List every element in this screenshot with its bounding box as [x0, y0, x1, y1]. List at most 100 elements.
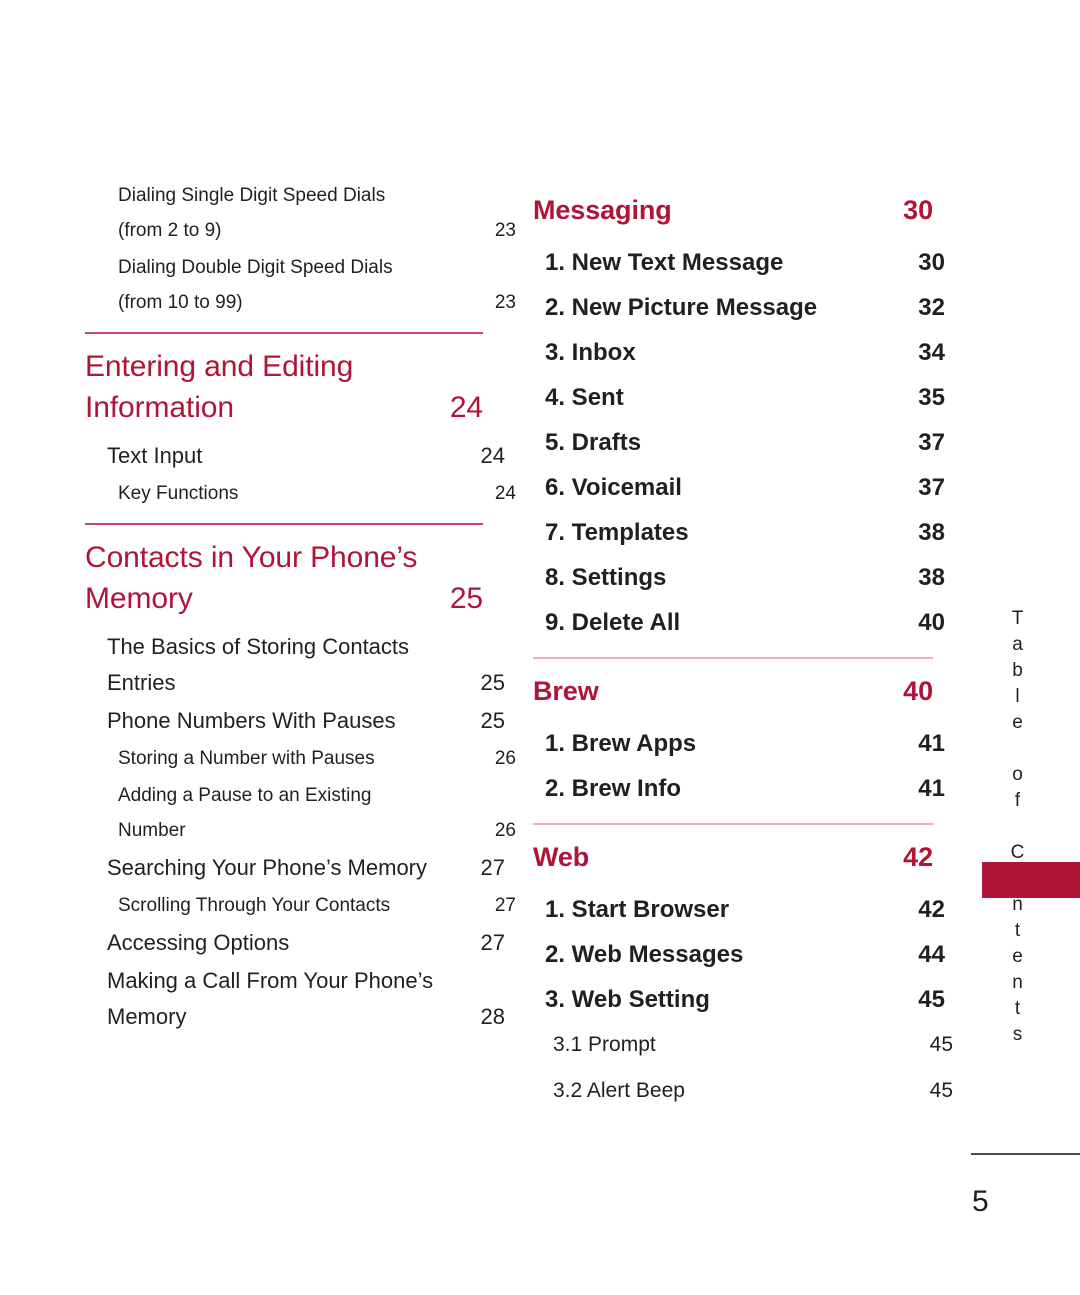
- toc-entry-page-number: 27: [480, 855, 505, 880]
- toc-entry[interactable]: 9. Delete All 40: [533, 600, 945, 645]
- toc-entry[interactable]: 4. Sent 35: [533, 375, 945, 420]
- toc-entry-page-number: 25: [480, 708, 505, 733]
- toc-entry[interactable]: Text Input 24: [85, 438, 505, 474]
- toc-entry[interactable]: 2. Brew Info 41: [533, 766, 945, 811]
- side-tab-marker: [982, 862, 1080, 898]
- toc-entry-label: The Basics of Storing Contacts: [107, 634, 410, 659]
- toc-entry-page-number: 35: [918, 384, 945, 411]
- toc-entry-label: 4. Sent: [545, 384, 624, 411]
- toc-entry-second-line: Information 24: [85, 387, 483, 428]
- toc-entry-label: Web: [533, 842, 590, 872]
- footer-divider: [971, 1153, 1080, 1155]
- toc-entry[interactable]: Key Functions 24: [85, 476, 516, 511]
- toc-entry[interactable]: 7. Templates 38: [533, 510, 945, 555]
- toc-entry-page-number: 40: [918, 609, 945, 636]
- toc-entry[interactable]: 3.2 Alert Beep 45: [533, 1068, 953, 1114]
- toc-entry-label: 2. New Picture Message: [545, 294, 818, 321]
- toc-entry[interactable]: Contacts in Your Phone’s Memory 25: [85, 537, 483, 619]
- toc-entry-label: 8. Settings: [545, 564, 667, 591]
- toc-entry[interactable]: Entering and Editing Information 24: [85, 346, 483, 428]
- toc-entry-label: 6. Voicemail: [545, 474, 682, 501]
- toc-entry-label: Text Input: [107, 443, 203, 468]
- toc-entry-second-line: (from 10 to 99) 23: [118, 285, 516, 320]
- toc-entry[interactable]: Web 42: [533, 837, 933, 877]
- toc-entry-label: 1. Start Browser: [545, 896, 730, 923]
- toc-entry[interactable]: Searching Your Phone’s Memory 27: [85, 850, 505, 886]
- toc-entry-page-number: 38: [918, 519, 945, 546]
- toc-entry-label: Entries: [107, 670, 176, 695]
- toc-entry-page-number: 27: [480, 930, 505, 955]
- toc-entry-page-number: 26: [494, 820, 516, 841]
- toc-entry[interactable]: 2. New Picture Message 32: [533, 285, 945, 330]
- toc-entry[interactable]: Dialing Double Digit Speed Dials (from 10…: [85, 250, 516, 320]
- toc-entry-second-line: Number 26: [118, 813, 516, 848]
- toc-entry-label: 5. Drafts: [545, 429, 642, 456]
- toc-entry-label: Information: [85, 391, 234, 424]
- toc-entry-label: Entering and Editing: [85, 350, 354, 383]
- toc-entry-second-line: Memory 28: [107, 999, 505, 1035]
- toc-entry-page-number: 34: [918, 339, 945, 366]
- toc-entry-page-number: 45: [929, 1033, 953, 1056]
- toc-entry-page-number: 23: [494, 292, 516, 313]
- toc-entry-second-line: Entries 25: [107, 665, 505, 701]
- toc-entry-page-number: 37: [918, 429, 945, 456]
- toc-page: Dialing Single Digit Speed Dials (from 2 …: [0, 0, 1080, 1295]
- toc-entry-page-number: 41: [918, 730, 945, 757]
- toc-entry-page-number: 28: [480, 1004, 505, 1029]
- toc-column-left: Dialing Single Digit Speed Dials (from 2 …: [85, 178, 516, 1037]
- toc-entry-label: Brew: [533, 676, 599, 706]
- toc-entry-page-number: 24: [494, 483, 516, 504]
- section-divider: [85, 332, 483, 334]
- toc-entry[interactable]: 5. Drafts 37: [533, 420, 945, 465]
- toc-entry-second-line: Memory 25: [85, 578, 483, 619]
- toc-entry-label: (from 10 to 99): [118, 292, 243, 313]
- toc-entry[interactable]: 8. Settings 38: [533, 555, 945, 600]
- toc-entry[interactable]: 2. Web Messages 44: [533, 932, 945, 977]
- toc-entry-page-number: 37: [918, 474, 945, 501]
- toc-entry-page-number: 45: [918, 986, 945, 1013]
- toc-entry[interactable]: Messaging 30: [533, 190, 933, 230]
- toc-entry-label: Dialing Single Digit Speed Dials: [118, 185, 386, 206]
- toc-entry-page-number: 27: [494, 895, 516, 916]
- toc-entry-label: Scrolling Through Your Contacts: [118, 895, 391, 916]
- toc-entry-label: 7. Templates: [545, 519, 689, 546]
- toc-entry-page-number: 24: [480, 443, 505, 468]
- toc-entry-label: Adding a Pause to an Existing: [118, 785, 372, 806]
- toc-entry-page-number: 41: [918, 775, 945, 802]
- side-tab-label: Table of Contents: [1007, 608, 1028, 1050]
- toc-entry-page-number: 42: [918, 896, 945, 923]
- toc-entry-label: 2. Brew Info: [545, 775, 682, 802]
- toc-entry-page-number: 23: [494, 220, 516, 241]
- toc-entry[interactable]: 1. New Text Message 30: [533, 240, 945, 285]
- toc-entry[interactable]: Dialing Single Digit Speed Dials (from 2 …: [85, 178, 516, 248]
- toc-entry[interactable]: Adding a Pause to an Existing Number 26: [85, 778, 516, 848]
- toc-entry-page-number: 26: [494, 748, 516, 769]
- toc-entry-label: Making a Call From Your Phone’s: [107, 968, 434, 993]
- toc-entry[interactable]: Storing a Number with Pauses 26: [85, 741, 516, 776]
- toc-entry-page-number: 38: [918, 564, 945, 591]
- toc-entry[interactable]: The Basics of Storing Contacts Entries 25: [85, 629, 505, 701]
- toc-entry[interactable]: 3.1 Prompt 45: [533, 1022, 953, 1068]
- toc-entry[interactable]: Accessing Options 27: [85, 925, 505, 961]
- toc-entry-label: 1. New Text Message: [545, 249, 784, 276]
- section-divider: [533, 657, 933, 659]
- toc-entry-label: 2. Web Messages: [545, 941, 744, 968]
- toc-entry-label: Key Functions: [118, 483, 239, 504]
- toc-entry[interactable]: 3. Web Setting 45: [533, 977, 945, 1022]
- toc-entry[interactable]: Brew 40: [533, 671, 933, 711]
- toc-entry[interactable]: 1. Brew Apps 41: [533, 721, 945, 766]
- toc-entry[interactable]: Making a Call From Your Phone’s Memory 28: [85, 963, 505, 1035]
- toc-entry[interactable]: 1. Start Browser 42: [533, 887, 945, 932]
- toc-entry-page-number: 30: [918, 249, 945, 276]
- toc-entry[interactable]: Scrolling Through Your Contacts 27: [85, 888, 516, 923]
- toc-entry[interactable]: Phone Numbers With Pauses 25: [85, 703, 505, 739]
- toc-entry-label: Number: [118, 820, 186, 841]
- toc-entry[interactable]: 3. Inbox 34: [533, 330, 945, 375]
- toc-entry[interactable]: 6. Voicemail 37: [533, 465, 945, 510]
- toc-entry-label: 3.1 Prompt: [553, 1033, 656, 1056]
- toc-entry-page-number: 42: [903, 842, 933, 872]
- toc-entry-label: Storing a Number with Pauses: [118, 748, 375, 769]
- toc-entry-page-number: 40: [903, 676, 933, 706]
- toc-entry-label: Contacts in Your Phone’s: [85, 541, 418, 574]
- page-number: 5: [972, 1185, 989, 1218]
